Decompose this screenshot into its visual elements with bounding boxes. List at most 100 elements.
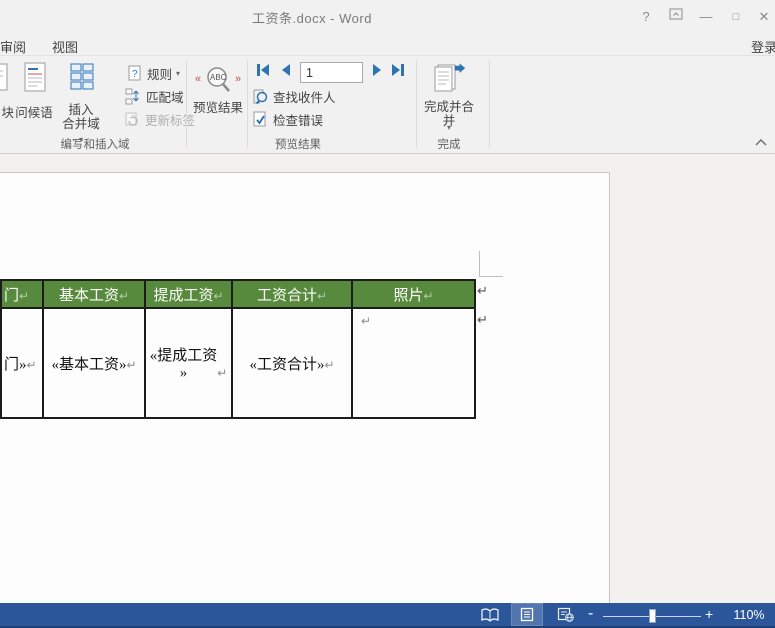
group-label-write-insert: 编写和插入域 bbox=[60, 139, 130, 151]
pilcrow-mark: ↵ bbox=[118, 288, 130, 303]
tab-review[interactable]: 审阅 bbox=[0, 35, 32, 58]
group-inner-separator bbox=[247, 60, 248, 148]
tab-view[interactable]: 视图 bbox=[46, 35, 84, 58]
table-body-row: 门»↵ «基本工资»↵ «提成工资 » ↵ «工资合计»↵ ↵ bbox=[0, 307, 476, 419]
update-labels-icon bbox=[124, 111, 141, 128]
group-separator bbox=[186, 60, 187, 148]
collapse-ribbon-button[interactable] bbox=[755, 133, 767, 151]
chevron-up-icon bbox=[755, 138, 767, 146]
rules-icon: ? bbox=[126, 65, 143, 82]
header-cell-commission[interactable]: 提成工资↵ bbox=[144, 279, 233, 309]
cell-total-field[interactable]: «工资合计»↵ bbox=[231, 307, 353, 419]
ribbon-display-options-icon bbox=[669, 8, 683, 21]
svg-text:«: « bbox=[195, 73, 201, 85]
group-label-preview: 预览结果 bbox=[275, 139, 321, 151]
minimize-icon: — bbox=[699, 9, 713, 24]
first-record-icon bbox=[256, 63, 271, 77]
address-block-icon bbox=[0, 62, 10, 94]
next-record-icon bbox=[371, 63, 383, 77]
zoom-in-button[interactable]: + bbox=[705, 606, 713, 622]
finish-merge-icon bbox=[432, 61, 468, 97]
next-record-button[interactable] bbox=[371, 63, 383, 82]
header-cell-total[interactable]: 工资合计↵ bbox=[231, 279, 353, 309]
web-layout-icon bbox=[557, 607, 574, 622]
chevron-down-icon: ▾ bbox=[446, 123, 451, 132]
document-page[interactable]: 门↵ 基本工资↵ 提成工资↵ 工资合计↵ 照片↵ 门»↵ «基本工资»↵ «提成… bbox=[0, 172, 610, 603]
document-area: 门↵ 基本工资↵ 提成工资↵ 工资合计↵ 照片↵ 门»↵ «基本工资»↵ «提成… bbox=[0, 155, 775, 603]
last-record-button[interactable] bbox=[390, 63, 405, 82]
pilcrow-mark: ↵ bbox=[477, 312, 488, 327]
insert-merge-field-icon bbox=[67, 61, 97, 93]
record-number-input[interactable] bbox=[300, 62, 363, 83]
minimize-button[interactable]: — bbox=[694, 7, 718, 27]
zoom-out-button[interactable]: - bbox=[588, 605, 593, 623]
status-bar: - + 110% bbox=[0, 603, 775, 628]
print-layout-button[interactable] bbox=[511, 603, 543, 626]
chevron-down-icon: ▾ bbox=[176, 69, 181, 78]
title-bar: 工资条.docx - Word ? — □ ✕ bbox=[0, 0, 775, 32]
header-cell-department[interactable]: 门↵ bbox=[0, 279, 44, 309]
find-recipient-icon bbox=[251, 88, 269, 105]
greeting-line-button[interactable]: 问候语 bbox=[14, 60, 54, 126]
pilcrow-mark: ↵ bbox=[423, 288, 434, 303]
help-button[interactable]: ? bbox=[634, 7, 658, 27]
pilcrow-mark: ↵ bbox=[26, 357, 37, 372]
svg-text:»: » bbox=[235, 73, 241, 85]
group-separator bbox=[416, 60, 417, 148]
pilcrow-mark: ↵ bbox=[361, 314, 372, 328]
update-labels-button: 更新标签 bbox=[124, 110, 195, 129]
web-layout-button[interactable] bbox=[550, 604, 580, 625]
window-title: 工资条.docx - Word bbox=[252, 11, 372, 26]
group-separator bbox=[489, 60, 490, 148]
close-icon: ✕ bbox=[758, 9, 770, 24]
previous-record-button[interactable] bbox=[280, 63, 292, 82]
preview-results-button[interactable]: «» ABC 预览结果 bbox=[190, 60, 246, 126]
match-fields-icon bbox=[124, 88, 142, 105]
read-mode-button[interactable] bbox=[475, 604, 505, 625]
cell-commission-field[interactable]: «提成工资 » ↵ bbox=[144, 307, 233, 419]
zoom-level[interactable]: 110% bbox=[727, 608, 771, 622]
match-fields-button[interactable]: 匹配域 bbox=[124, 87, 184, 106]
header-cell-photo[interactable]: 照片↵ bbox=[351, 279, 476, 309]
pilcrow-mark: ↵ bbox=[316, 288, 328, 303]
svg-text:ABC: ABC bbox=[210, 73, 227, 82]
pilcrow-mark: ↵ bbox=[477, 283, 488, 298]
rules-button[interactable]: ? 规则 ▾ bbox=[126, 64, 180, 83]
word-window: 工资条.docx - Word ? — □ ✕ 审阅 视图 登录 块 问候语 插… bbox=[0, 0, 775, 628]
cell-department-field[interactable]: 门»↵ bbox=[0, 307, 44, 419]
address-block-button[interactable]: 块 bbox=[0, 62, 14, 124]
print-layout-icon bbox=[520, 607, 534, 622]
pilcrow-mark: ↵ bbox=[213, 288, 224, 303]
cell-base-salary-field[interactable]: «基本工资»↵ bbox=[42, 307, 146, 419]
group-label-finish: 完成 bbox=[437, 139, 461, 151]
preview-results-icon: « » ABC bbox=[195, 65, 243, 95]
margin-crop-mark bbox=[479, 251, 503, 277]
ribbon-display-options-button[interactable] bbox=[664, 7, 688, 27]
previous-record-icon bbox=[280, 63, 292, 77]
find-recipient-button[interactable]: 查找收件人 bbox=[251, 87, 336, 106]
greeting-line-icon bbox=[22, 61, 48, 95]
check-errors-button[interactable]: 检查错误 bbox=[251, 110, 323, 129]
restore-button[interactable]: □ bbox=[724, 7, 748, 27]
cell-photo-empty[interactable]: ↵ bbox=[351, 307, 476, 419]
insert-merge-field-button[interactable]: 插入 合并域 ▾ bbox=[60, 60, 102, 144]
pilcrow-mark: ↵ bbox=[217, 366, 228, 380]
zoom-slider-thumb[interactable] bbox=[649, 609, 656, 623]
pilcrow-mark: ↵ bbox=[324, 357, 335, 372]
help-icon: ? bbox=[642, 9, 650, 24]
ribbon: 块 问候语 插入 合并域 ▾ ? 规则 ▾ 匹配域 更新标签 编写和插入域 « … bbox=[0, 57, 775, 154]
salary-merge-table: 门↵ 基本工资↵ 提成工资↵ 工资合计↵ 照片↵ 门»↵ «基本工资»↵ «提成… bbox=[0, 279, 476, 419]
pilcrow-mark: ↵ bbox=[126, 357, 137, 372]
close-button[interactable]: ✕ bbox=[752, 7, 775, 27]
last-record-icon bbox=[390, 63, 405, 77]
pilcrow-mark: ↵ bbox=[19, 288, 30, 303]
svg-text:?: ? bbox=[132, 69, 138, 80]
sign-in-link[interactable]: 登录 bbox=[747, 35, 775, 58]
header-cell-base-salary[interactable]: 基本工资↵ bbox=[42, 279, 146, 309]
finish-merge-button[interactable]: 完成并合并 ▾ bbox=[418, 60, 480, 134]
check-errors-icon bbox=[251, 111, 269, 128]
restore-icon: □ bbox=[732, 11, 740, 23]
read-mode-icon bbox=[481, 607, 499, 622]
table-header-row: 门↵ 基本工资↵ 提成工资↵ 工资合计↵ 照片↵ bbox=[0, 279, 476, 309]
first-record-button[interactable] bbox=[256, 63, 271, 82]
